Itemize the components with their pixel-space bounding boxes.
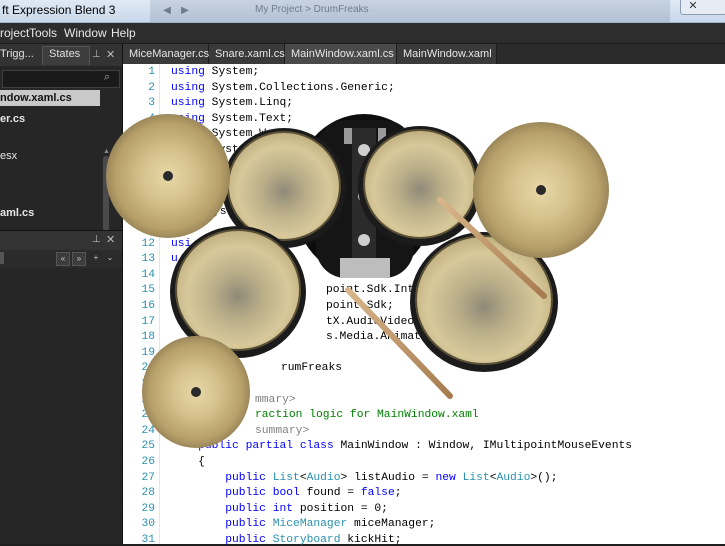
cymbal-right[interactable] — [473, 122, 609, 258]
cymbal-left[interactable] — [106, 114, 230, 238]
cymbal-bottom[interactable] — [142, 336, 250, 448]
drum-kit-overlay[interactable] — [0, 0, 725, 544]
tom-right[interactable] — [358, 126, 482, 246]
